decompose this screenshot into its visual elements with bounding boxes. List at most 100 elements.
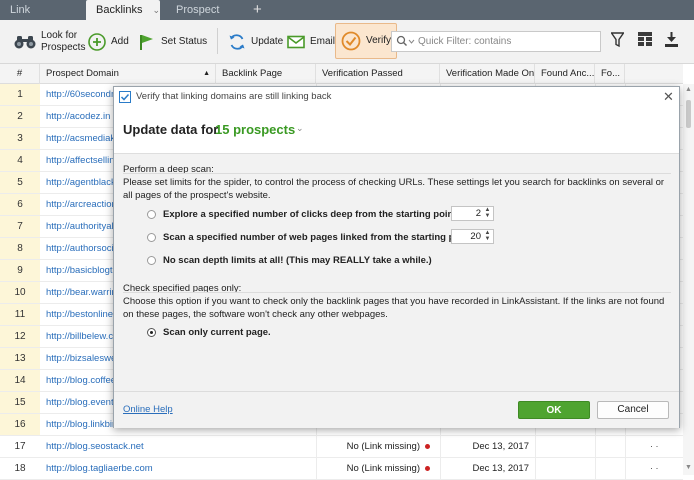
look-for-prospects-label: Look for Prospects [41,29,86,53]
add-circle-icon [88,32,106,51]
radio-web-pages[interactable] [147,232,156,242]
option-current-page[interactable]: Scan only current page. [147,325,271,339]
table-row[interactable]: 17 http://blog.seostack.net No (Link missi… [0,436,683,458]
email-button[interactable]: Email [287,20,335,63]
look-for-prospects-button[interactable]: Look for Prospects [14,20,86,63]
prospects-count-dropdown[interactable]: 15 prospects [215,122,295,137]
toolbar: Look for Prospects Add Set Status Update… [0,20,694,64]
online-help-link[interactable]: Online Help [123,404,173,415]
stepper-down-icon[interactable]: ▼ [483,213,492,219]
toolbar-divider [217,28,218,54]
cell-divider [595,436,596,457]
flag-icon [140,34,153,50]
ok-button[interactable]: OK [518,401,590,419]
verification-date-cell: Dec 13, 2017 [472,463,529,474]
filter-icon[interactable] [611,32,624,48]
cell-divider [535,436,536,457]
verify-check-icon [341,31,361,51]
update-button[interactable]: Update [228,20,283,63]
add-label: Add [111,35,129,47]
column-header-prospect-domain[interactable]: Prospect Domain ▲ [40,64,216,84]
divider [123,173,671,174]
column-header-verification-made-on[interactable]: Verification Made On [440,64,535,84]
quick-filter-placeholder: Quick Filter: contains [418,36,512,47]
row-number: 12 [0,326,40,347]
clicks-deep-value[interactable]: 2 [476,208,481,219]
download-icon[interactable] [665,32,678,47]
add-button[interactable]: Add [88,20,129,63]
row-number: 18 [0,458,40,479]
column-header-backlink-page[interactable]: Backlink Page [216,64,316,84]
prospect-domain-link[interactable]: http://blog.seostack.net [46,436,216,457]
verify-dialog: Verify that linking domains are still li… [113,86,680,428]
web-pages-stepper[interactable]: 20 ▲ ▼ [451,229,494,244]
verification-date-cell: Dec 13, 2017 [472,441,529,452]
row-number: 11 [0,304,40,325]
stepper-down-icon[interactable]: ▼ [483,236,492,242]
option-current-page-label: Scan only current page. [163,326,271,338]
row-number: 4 [0,150,40,171]
verify-label: Verify [366,35,392,46]
email-label: Email [310,35,336,47]
option-clicks-deep[interactable]: Explore a specified number of clicks dee… [147,207,459,221]
found-anchor-cell: · · [650,441,659,451]
row-number: 10 [0,282,40,303]
web-pages-value[interactable]: 20 [470,231,481,242]
scrollbar-thumb[interactable] [686,100,691,128]
scroll-up-icon[interactable]: ▲ [685,86,692,93]
column-header-label: Prospect Domain [46,68,119,79]
radio-current-page-selected[interactable] [147,327,156,337]
verification-status: No (Link missing) [346,441,420,452]
verify-button[interactable]: Verify [335,23,398,59]
radio-no-limits[interactable] [147,255,156,265]
verification-status: No (Link missing) [346,463,420,474]
row-number: 7 [0,216,40,237]
close-icon[interactable]: ✕ [663,89,674,105]
column-header-number[interactable]: # [0,64,40,84]
found-anchor-cell: · · [650,463,659,473]
prospect-domain-link[interactable]: http://blog.tagliaerbe.com [46,458,216,479]
missing-link-dot-icon [425,465,430,471]
row-number: 6 [0,194,40,215]
radio-clicks-deep[interactable] [147,209,156,219]
refresh-icon [229,33,245,50]
option-web-pages[interactable]: Scan a specified number of web pages lin… [147,230,474,244]
table-header: # Prospect Domain ▲ Backlink Page Verific… [0,64,683,84]
sort-ascending-icon: ▲ [203,70,210,77]
envelope-icon [287,35,305,48]
search-icon[interactable] [396,35,416,48]
update-label: Update [251,35,284,47]
option-clicks-deep-label: Explore a specified number of clicks dee… [163,208,460,220]
option-no-limits[interactable]: No scan depth limits at all! (This may R… [147,253,432,267]
row-number: 14 [0,370,40,391]
chevron-down-icon[interactable]: ⌄ [296,123,304,134]
tab-backlinks[interactable]: Backlinks ⌄ [86,0,160,20]
tab-prospect-quality[interactable]: Prospect quality [166,0,252,36]
row-number: 15 [0,392,40,413]
row-number: 3 [0,128,40,149]
dialog-header: Update data for 15 prospects ⌄ [114,107,679,154]
table-row[interactable]: 18 http://blog.tagliaerbe.com No (Link mis… [0,458,683,480]
verification-passed-cell: No (Link missing) [316,458,440,479]
quick-filter-input[interactable]: Quick Filter: contains [391,31,601,52]
column-header-found-anchor[interactable]: Found Anc... [535,64,595,84]
chevron-down-icon[interactable]: ⌄ [152,5,160,15]
row-number: 13 [0,348,40,369]
deep-scan-description: Please set limits for the spider, to con… [123,177,665,201]
column-header-found[interactable]: Fo... [595,64,625,84]
set-status-label: Set Status [161,35,208,47]
verify-app-icon [119,91,131,103]
dialog-titlebar: Verify that linking domains are still li… [114,87,679,108]
scroll-down-icon[interactable]: ▼ [685,464,692,471]
tab-bar: Link Prospects Backlinks ⌄ Prospect quali… [0,0,694,36]
column-header-verification-passed[interactable]: Verification Passed [316,64,440,84]
add-tab-icon[interactable]: + [253,0,262,20]
vertical-scrollbar[interactable]: ▲ ▼ [683,84,694,475]
set-status-button[interactable]: Set Status [138,20,207,63]
clicks-deep-stepper[interactable]: 2 ▲ ▼ [451,206,494,221]
grid-layout-icon[interactable] [638,32,652,46]
cell-divider [625,458,626,479]
cancel-button[interactable]: Cancel [597,401,669,419]
tab-link-prospects[interactable]: Link Prospects [0,0,86,36]
divider [123,292,671,293]
